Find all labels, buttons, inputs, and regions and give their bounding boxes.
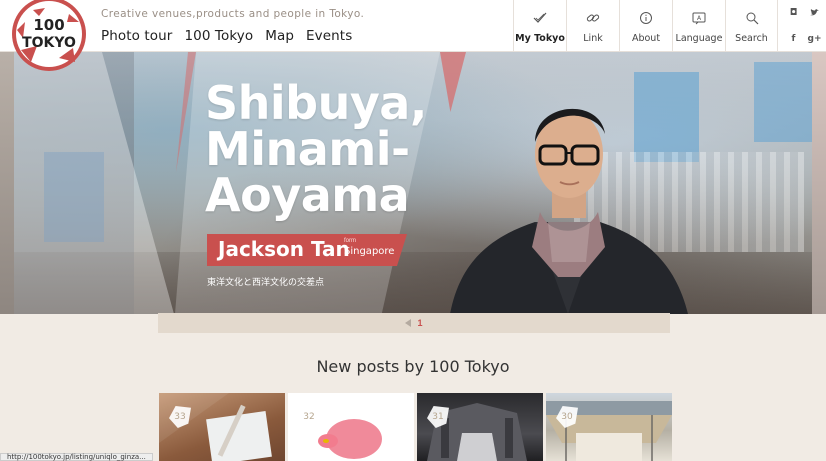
from-place: Singapore: [344, 246, 395, 257]
nav-map[interactable]: Map: [265, 28, 294, 44]
site-header: 100 TOKYO Creative venues,products and p…: [0, 0, 826, 71]
hero-title: Shibuya, Minami- Aoyama: [205, 80, 427, 218]
page-number[interactable]: 1: [417, 318, 422, 328]
tagline: Creative venues,products and people in T…: [101, 8, 365, 20]
slide-pager: 1: [158, 313, 670, 333]
language-icon: A: [692, 12, 706, 25]
language-label: Language: [675, 33, 723, 44]
instagram-icon[interactable]: ◘: [783, 0, 804, 26]
main-nav: Photo tour 100 Tokyo Map Events: [101, 28, 352, 44]
section-title: New posts by 100 Tokyo: [316, 357, 510, 376]
post-card[interactable]: 31: [417, 393, 543, 461]
social-links: ◘ f g+: [783, 0, 826, 52]
next-slide-peek[interactable]: [812, 52, 826, 314]
post-card[interactable]: 32: [288, 393, 414, 461]
my-tokyo-label: My Tokyo: [515, 33, 565, 44]
status-bar-url: http://100tokyo.jp/listing/uniqlo_ginza.…: [0, 453, 153, 461]
post-card[interactable]: 33: [159, 393, 285, 461]
hero-title-line: Shibuya,: [205, 76, 427, 130]
prev-arrow-icon[interactable]: [405, 319, 412, 327]
post-card[interactable]: 30: [546, 393, 672, 461]
from-label: form: [344, 238, 356, 244]
search-icon: [746, 12, 758, 25]
prev-slide-peek[interactable]: [0, 52, 14, 314]
hero-subtitle: 東洋文化と西洋文化の交差点: [207, 278, 325, 288]
hero-title-line: Minami-: [205, 122, 410, 176]
hero-title-line: Aoyama: [205, 168, 410, 222]
my-tokyo-button[interactable]: My Tokyo: [513, 0, 566, 52]
google-plus-icon[interactable]: g+: [804, 26, 825, 52]
svg-text:A: A: [697, 15, 702, 22]
portrait-person: [450, 108, 688, 314]
facebook-icon[interactable]: f: [783, 26, 804, 52]
link-icon: [586, 14, 600, 22]
site-logo[interactable]: 100 TOKYO: [9, 0, 89, 72]
nav-photo-tour[interactable]: Photo tour: [101, 28, 172, 44]
info-icon: [640, 12, 652, 24]
check-icon: [533, 12, 547, 23]
twitter-icon[interactable]: [804, 0, 825, 26]
link-label: Link: [583, 33, 603, 44]
about-button[interactable]: About: [619, 0, 672, 52]
icon-nav: My Tokyo Link About A Language Search: [513, 0, 778, 52]
posts-grid: 33 32 31 30: [159, 393, 672, 461]
search-button[interactable]: Search: [725, 0, 778, 52]
nav-events[interactable]: Events: [306, 28, 352, 44]
hero-banner[interactable]: Shibuya, Minami- Aoyama Jackson Tan form…: [0, 52, 826, 314]
nav-100-tokyo[interactable]: 100 Tokyo: [184, 28, 253, 44]
svg-text:100: 100: [33, 16, 64, 34]
search-label: Search: [735, 33, 768, 44]
link-button[interactable]: Link: [566, 0, 619, 52]
person-name: Jackson Tan: [218, 237, 350, 261]
about-label: About: [631, 33, 661, 44]
language-button[interactable]: A Language: [672, 0, 725, 52]
svg-text:TOKYO: TOKYO: [22, 35, 76, 51]
